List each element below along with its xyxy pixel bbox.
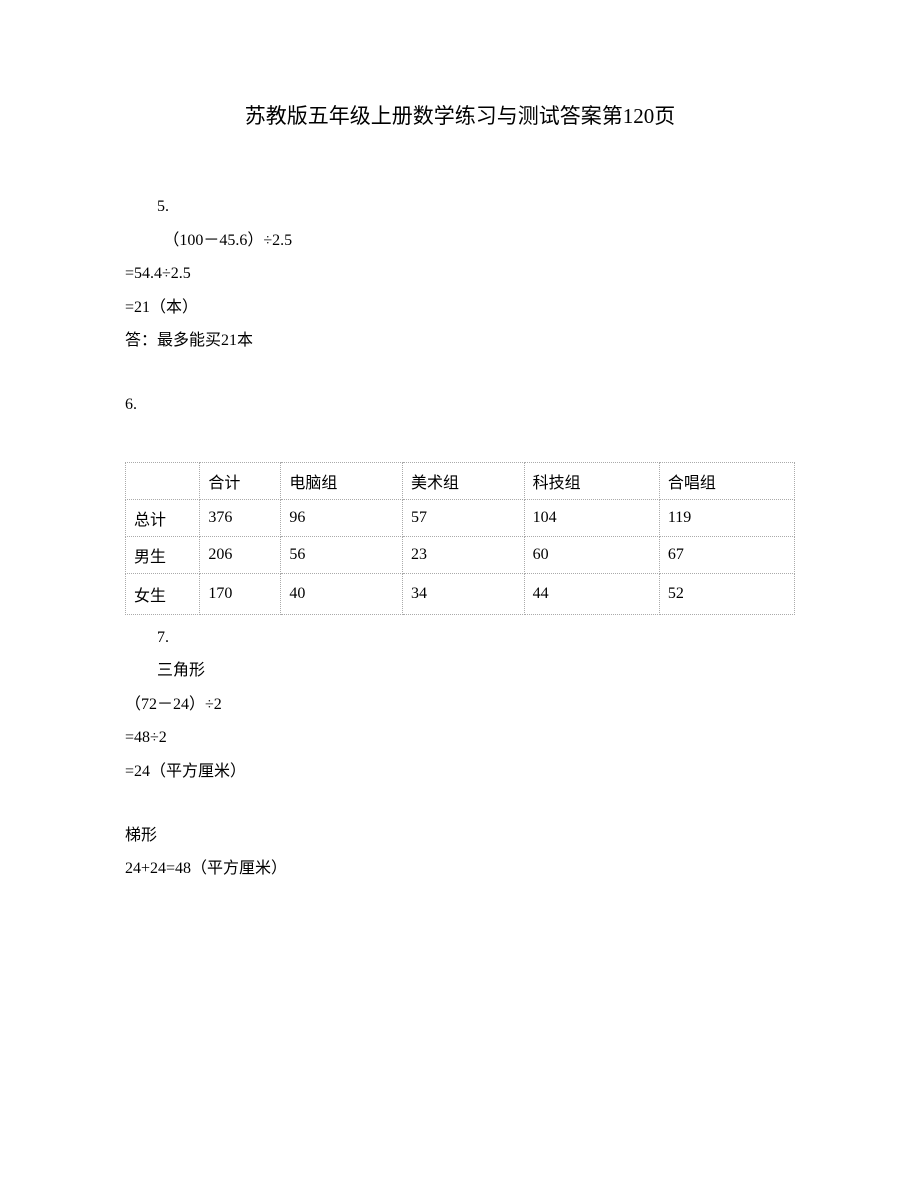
table-cell: 67 — [659, 536, 794, 573]
table-header-cell: 合计 — [200, 462, 281, 499]
table-header-cell: 科技组 — [524, 462, 659, 499]
q7-step-2: =48÷2 — [125, 721, 795, 755]
table-cell: 60 — [524, 536, 659, 573]
q5-step-3: =21（本） — [125, 291, 795, 325]
table-row: 总计 376 96 57 104 119 — [126, 499, 795, 536]
table-cell: 40 — [281, 573, 403, 614]
table-cell: 119 — [659, 499, 794, 536]
table-cell: 52 — [659, 573, 794, 614]
page-title: 苏教版五年级上册数学练习与测试答案第120页 — [125, 100, 795, 130]
table-cell: 44 — [524, 573, 659, 614]
table-cell: 34 — [403, 573, 525, 614]
table-header-cell: 电脑组 — [281, 462, 403, 499]
table-header-cell: 美术组 — [403, 462, 525, 499]
q7-step-4: 24+24=48（平方厘米） — [125, 852, 795, 886]
table-row: 女生 170 40 34 44 52 — [126, 573, 795, 614]
q7-shape2: 梯形 — [125, 819, 795, 853]
table-header-cell: 合唱组 — [659, 462, 794, 499]
table-cell: 170 — [200, 573, 281, 614]
q7-number: 7. — [125, 621, 795, 655]
q5-number: 5. — [125, 190, 795, 224]
q7-step-1: （72－24）÷2 — [125, 688, 795, 722]
q7-shape1: 三角形 — [125, 654, 795, 688]
table-row: 男生 206 56 23 60 67 — [126, 536, 795, 573]
table-header-cell — [126, 462, 200, 499]
table-cell: 23 — [403, 536, 525, 573]
table-header-row: 合计 电脑组 美术组 科技组 合唱组 — [126, 462, 795, 499]
q6-number: 6. — [125, 388, 795, 422]
q6-table: 合计 电脑组 美术组 科技组 合唱组 总计 376 96 57 104 119 … — [125, 462, 795, 615]
table-cell: 376 — [200, 499, 281, 536]
table-cell: 男生 — [126, 536, 200, 573]
q5-step-2: =54.4÷2.5 — [125, 257, 795, 291]
table-cell: 96 — [281, 499, 403, 536]
table-cell: 56 — [281, 536, 403, 573]
q5-answer: 答：最多能买21本 — [125, 324, 795, 358]
q5-step-1: （100－45.6）÷2.5 — [125, 224, 795, 258]
table-cell: 104 — [524, 499, 659, 536]
q7-step-3: =24（平方厘米） — [125, 755, 795, 789]
table-cell: 总计 — [126, 499, 200, 536]
table-cell: 206 — [200, 536, 281, 573]
table-cell: 57 — [403, 499, 525, 536]
table-cell: 女生 — [126, 573, 200, 614]
document-page: 苏教版五年级上册数学练习与测试答案第120页 5. （100－45.6）÷2.5… — [0, 0, 920, 886]
